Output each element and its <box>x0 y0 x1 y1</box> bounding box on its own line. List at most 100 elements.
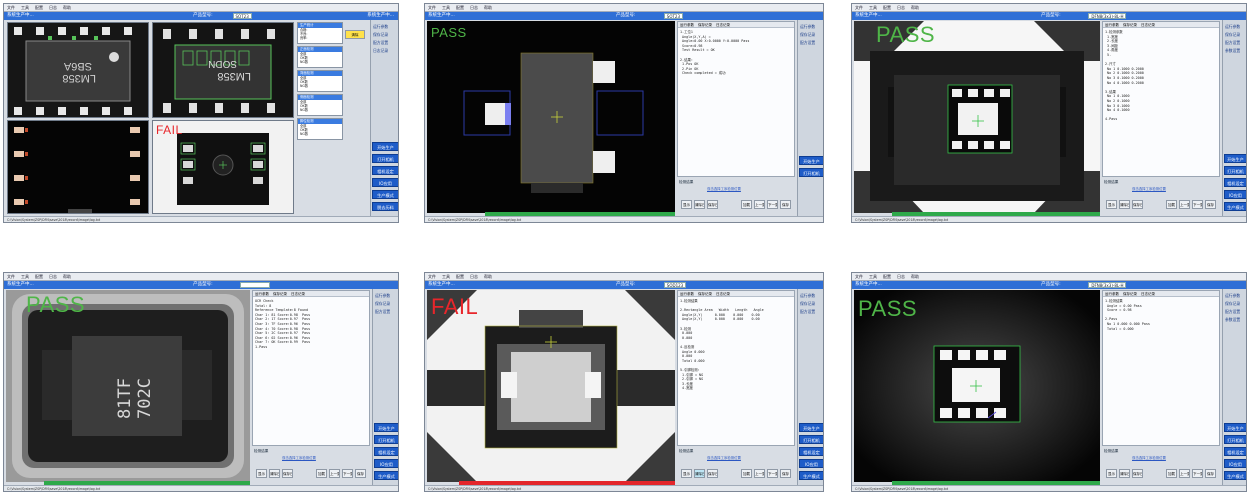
start-production-button[interactable]: 开始生产 <box>799 423 823 432</box>
tab[interactable]: 运行参数 <box>1105 292 1119 296</box>
side-item[interactable]: 配方设置 <box>375 309 390 315</box>
camera-settings-button[interactable]: 相机设定 <box>1224 178 1246 187</box>
open-camera-button[interactable]: 打开相机 <box>799 168 823 177</box>
menu-help[interactable]: 帮助 <box>484 274 492 279</box>
prev-image-button[interactable]: 上一张 <box>754 469 765 478</box>
menu-config[interactable]: 配置 <box>883 5 891 10</box>
clear-log-button[interactable]: 清除日志 <box>1119 200 1130 209</box>
side-item[interactable]: 保存记录 <box>373 32 388 38</box>
prev-image-button[interactable]: 上一张 <box>1179 200 1190 209</box>
clear-log-button[interactable]: 清除日志 <box>694 200 705 209</box>
menu-file[interactable]: 文件 <box>428 5 436 10</box>
menu-tools[interactable]: 工具 <box>442 5 450 10</box>
show-button[interactable]: 显示 <box>681 469 692 478</box>
save-log-button[interactable]: 保存日志 <box>282 469 293 478</box>
menu-file[interactable]: 文件 <box>7 5 15 10</box>
camera-settings-button[interactable]: 相机设定 <box>372 166 398 175</box>
side-item[interactable]: 运行参数 <box>1225 293 1240 299</box>
prev-image-button[interactable]: 上一张 <box>329 469 340 478</box>
camera-view[interactable]: PASS <box>854 21 1100 213</box>
io-app-button[interactable]: IO应用 <box>1224 459 1246 468</box>
menu-log[interactable]: 日志 <box>49 274 57 279</box>
select-position-link[interactable]: 双击选择工序检测位置 <box>1132 455 1166 460</box>
side-item[interactable]: 保存记录 <box>800 301 815 307</box>
clear-button[interactable]: 清除 <box>345 30 365 39</box>
side-item[interactable]: 配方设置 <box>800 309 815 315</box>
next-image-button[interactable]: 下一张 <box>1192 469 1203 478</box>
production-mode-button[interactable]: 生产模式 <box>372 190 398 199</box>
menu-config[interactable]: 配置 <box>35 274 43 279</box>
load-button[interactable]: 加载 <box>1166 200 1177 209</box>
camera-tile-4[interactable]: FAIL <box>152 120 294 214</box>
show-button[interactable]: 显示 <box>1106 200 1117 209</box>
io-app-button[interactable]: IO应用 <box>374 459 398 468</box>
menu-tools[interactable]: 工具 <box>442 274 450 279</box>
camera-view[interactable]: PASS 81TF 702C <box>6 290 250 482</box>
tab[interactable]: 运行参数 <box>1105 23 1119 27</box>
product-field[interactable]: DFN8(3x3)-8L-H <box>1088 13 1127 19</box>
remove-material-button[interactable]: 脱去历料 <box>372 202 398 211</box>
product-field[interactable]: SOT23 <box>232 13 252 19</box>
io-app-button[interactable]: IO应用 <box>799 459 823 468</box>
tab[interactable]: 日志记录 <box>716 23 730 27</box>
save-log-button[interactable]: 保存日志 <box>707 200 718 209</box>
tab[interactable]: 保存记录 <box>698 292 712 296</box>
clear-log-button[interactable]: 清除日志 <box>694 469 705 478</box>
side-item[interactable]: 运行参数 <box>1225 24 1240 30</box>
save-log-button[interactable]: 保存日志 <box>707 469 718 478</box>
camera-tile-1[interactable]: LM358 SB6A <box>7 22 149 118</box>
open-camera-button[interactable]: 打开相机 <box>1224 166 1246 175</box>
save-image-button[interactable]: 保存 <box>1205 200 1216 209</box>
menu-config[interactable]: 配置 <box>883 274 891 279</box>
start-production-button[interactable]: 开始生产 <box>799 156 823 165</box>
camera-tile-2[interactable]: LM358 SODN <box>152 22 294 118</box>
io-app-button[interactable]: IO应用 <box>372 178 398 187</box>
side-item[interactable]: 运行参数 <box>375 293 390 299</box>
camera-settings-button[interactable]: 相机设定 <box>374 447 398 456</box>
tab[interactable]: 运行参数 <box>680 292 694 296</box>
menu-log[interactable]: 日志 <box>897 274 905 279</box>
camera-view[interactable]: FAIL <box>427 290 675 482</box>
product-field[interactable]: SOD123 <box>663 282 687 288</box>
side-item[interactable]: 配方设置 <box>1225 40 1240 46</box>
save-image-button[interactable]: 保存 <box>355 469 366 478</box>
menu-log[interactable]: 日志 <box>49 5 57 10</box>
menu-tools[interactable]: 工具 <box>869 274 877 279</box>
menu-tools[interactable]: 工具 <box>21 274 29 279</box>
menu-file[interactable]: 文件 <box>428 274 436 279</box>
prev-image-button[interactable]: 上一张 <box>754 200 765 209</box>
side-item[interactable]: 日志记录 <box>373 48 388 54</box>
show-button[interactable]: 显示 <box>1106 469 1117 478</box>
open-camera-button[interactable]: 打开相机 <box>374 435 398 444</box>
start-production-button[interactable]: 开始生产 <box>372 142 398 151</box>
tab[interactable]: 日志记录 <box>1141 23 1155 27</box>
menu-log[interactable]: 日志 <box>470 274 478 279</box>
production-mode-button[interactable]: 生产模式 <box>1224 471 1246 480</box>
menu-file[interactable]: 文件 <box>7 274 15 279</box>
tab[interactable]: 运行参数 <box>680 23 694 27</box>
menu-config[interactable]: 配置 <box>35 5 43 10</box>
select-position-link[interactable]: 双击选择工序检测位置 <box>707 186 741 191</box>
camera-view[interactable]: PASS <box>854 290 1100 482</box>
select-position-link[interactable]: 双击选择工序检测位置 <box>707 455 741 460</box>
menu-config[interactable]: 配置 <box>456 274 464 279</box>
side-item[interactable]: 参数设置 <box>1225 317 1240 323</box>
next-image-button[interactable]: 下一张 <box>767 469 778 478</box>
menu-file[interactable]: 文件 <box>855 5 863 10</box>
show-button[interactable]: 显示 <box>256 469 267 478</box>
load-button[interactable]: 加载 <box>316 469 327 478</box>
production-mode-button[interactable]: 生产模式 <box>799 471 823 480</box>
tab[interactable]: 保存记录 <box>1123 292 1137 296</box>
camera-settings-button[interactable]: 相机设定 <box>1224 447 1246 456</box>
menu-log[interactable]: 日志 <box>897 5 905 10</box>
side-item[interactable]: 运行参数 <box>800 24 815 30</box>
tab[interactable]: 保存记录 <box>698 23 712 27</box>
start-production-button[interactable]: 开始生产 <box>374 423 398 432</box>
menu-tools[interactable]: 工具 <box>869 5 877 10</box>
save-image-button[interactable]: 保存 <box>1205 469 1216 478</box>
open-camera-button[interactable]: 打开相机 <box>799 435 823 444</box>
camera-settings-button[interactable]: 相机设定 <box>799 447 823 456</box>
save-log-button[interactable]: 保存日志 <box>1132 469 1143 478</box>
tab[interactable]: 保存记录 <box>273 292 287 296</box>
camera-view[interactable]: PASS <box>427 21 675 213</box>
